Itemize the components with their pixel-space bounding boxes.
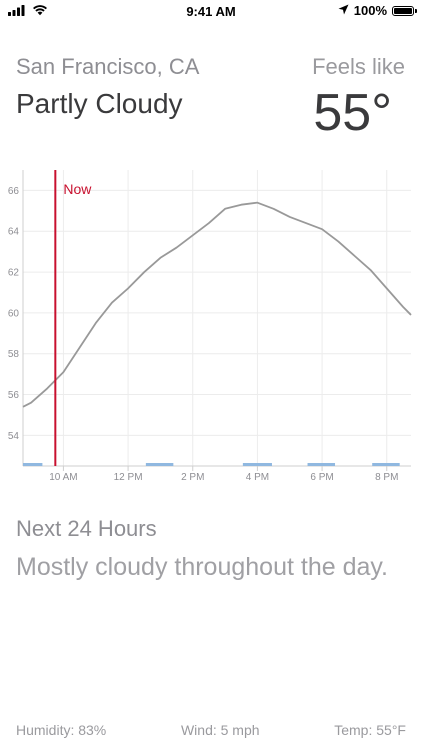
x-tick-label: 10 AM [49, 472, 77, 483]
x-tick-label: 8 PM [375, 472, 398, 483]
precipitation-bar [372, 463, 400, 466]
humidity-stat: Humidity: 83% [16, 722, 107, 738]
battery-icon [392, 5, 417, 16]
x-tick-label: 6 PM [310, 472, 333, 483]
y-tick-label: 58 [8, 349, 20, 360]
feels-like-label: Feels like [312, 54, 405, 79]
precipitation-bar [23, 463, 43, 466]
y-tick-label: 66 [8, 186, 20, 197]
wind-stat: Wind: 5 mph [180, 722, 260, 738]
temperature-line [22, 201, 412, 408]
y-tick-label: 60 [8, 308, 20, 319]
temp-stat: Temp: 55°F [334, 722, 406, 738]
status-right: 100% [338, 3, 417, 18]
precipitation-bar [307, 463, 336, 466]
x-tick-label: 4 PM [246, 472, 269, 483]
city-name: San Francisco, CA [16, 54, 200, 79]
x-tick-label: 12 PM [114, 472, 143, 483]
status-bar: 9:41 AM 100% [0, 0, 422, 24]
feels-like-value: 55° [313, 84, 392, 142]
precipitation-bar [242, 463, 272, 466]
y-tick-label: 64 [8, 227, 20, 238]
location-arrow-icon [338, 3, 349, 18]
footer-stats: Humidity: 83% Wind: 5 mph Temp: 55°F [16, 722, 406, 738]
battery-level [394, 7, 412, 14]
now-label: Now [63, 181, 92, 197]
y-tick-label: 56 [8, 390, 20, 401]
battery-percent: 100% [353, 3, 387, 18]
chart-canvas: 54 56 58 60 62 64 66 10 AM 12 PM 2 PM 4 PM 6 PM 8 PM… [8, 170, 412, 483]
temperature-chart[interactable]: 54 56 58 60 62 64 66 10 AM 12 PM 2 PM 4 PM 6 PM 8 PM… [0, 160, 422, 490]
y-tick-label: 62 [8, 268, 20, 279]
precipitation-bar [145, 463, 174, 466]
current-condition: Partly Cloudy [16, 88, 183, 119]
y-tick-label: 54 [8, 431, 20, 442]
summary-title: Next 24 Hours [16, 516, 157, 541]
x-tick-label: 2 PM [181, 472, 204, 483]
summary-text: Mostly cloudy throughout the day. [16, 553, 388, 581]
